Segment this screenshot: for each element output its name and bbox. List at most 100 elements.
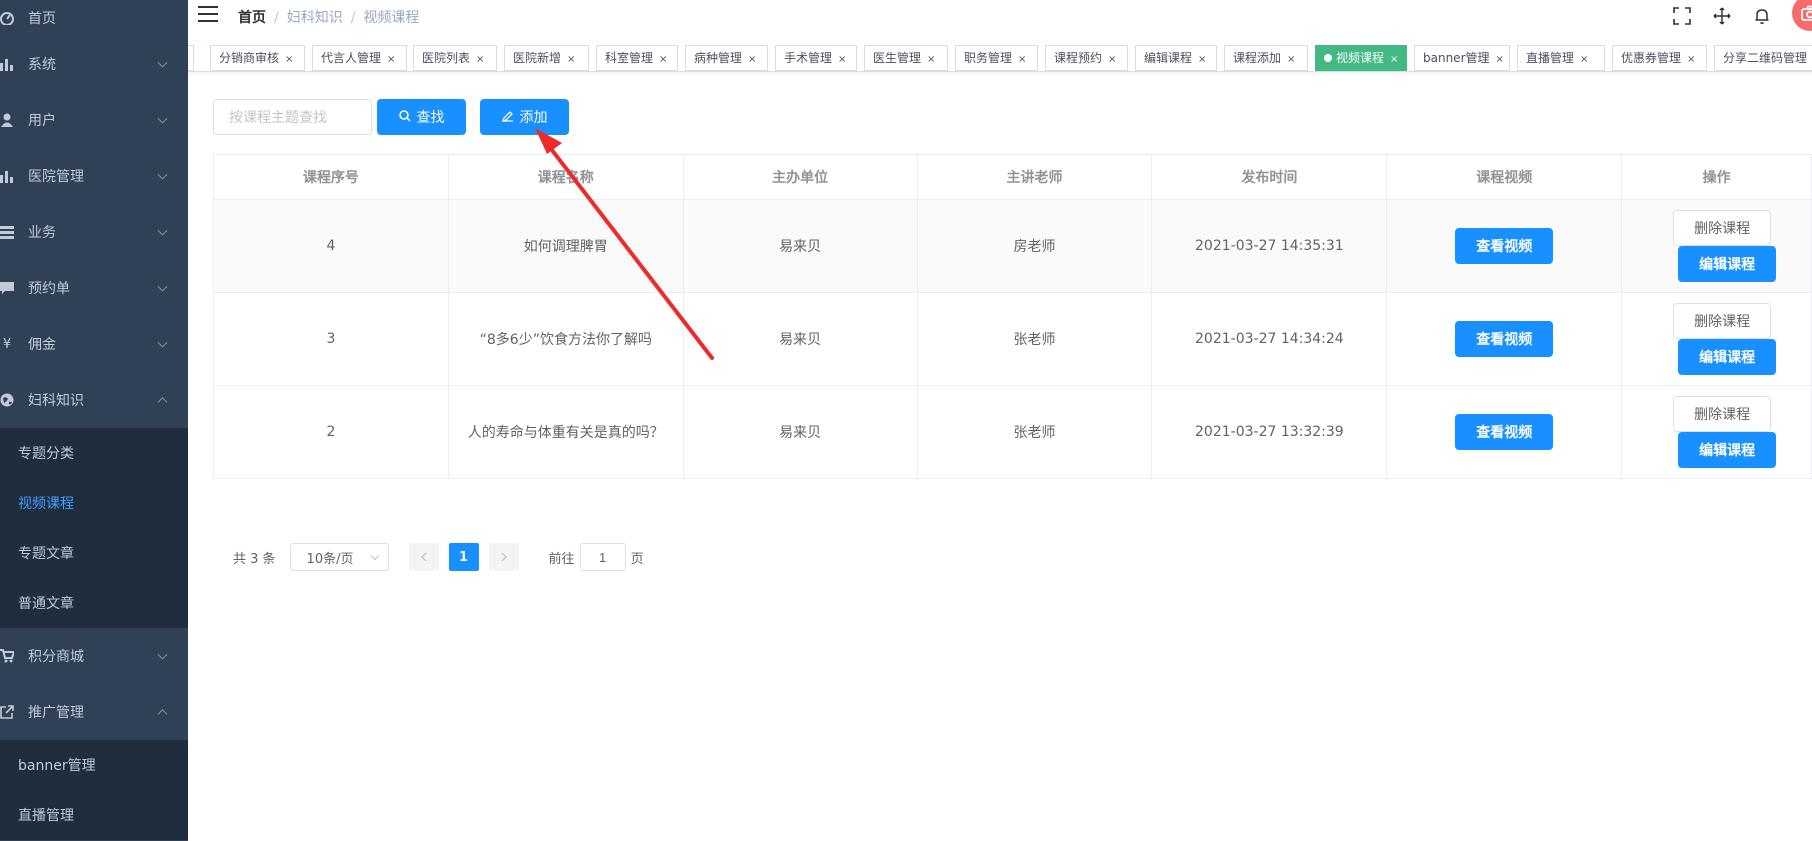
- page-number-current[interactable]: 1: [448, 543, 479, 571]
- yen-icon: ¥: [2, 337, 12, 351]
- close-icon[interactable]: ×: [1198, 48, 1206, 71]
- next-page-button[interactable]: [488, 543, 519, 571]
- tag-item[interactable]: 视频课程 ×: [1315, 45, 1407, 71]
- globe-icon: [0, 393, 14, 407]
- tag-item[interactable]: 病种管理 ×: [685, 45, 768, 71]
- col-header-name: 课程名称: [448, 155, 684, 200]
- breadcrumb-home[interactable]: 首页: [238, 10, 266, 26]
- tag-item[interactable]: 医院列表 ×: [413, 45, 497, 71]
- dashboard-icon: [0, 11, 14, 25]
- tag-item[interactable]: 课程添加 ×: [1224, 45, 1308, 71]
- tag-label: 课程预约: [1054, 51, 1103, 65]
- prev-page-button[interactable]: [408, 543, 439, 571]
- close-icon[interactable]: ×: [1287, 48, 1295, 71]
- fullscreen-icon[interactable]: [1672, 6, 1692, 26]
- close-icon[interactable]: ×: [927, 48, 935, 71]
- sidebar-subitem-normal-article[interactable]: 普通文章: [0, 578, 188, 628]
- sidebar-subitem-banner[interactable]: banner管理: [0, 740, 188, 790]
- sidebar-item-system[interactable]: 系统: [0, 36, 188, 92]
- sidebar-subitem-video-course[interactable]: 视频课程: [0, 478, 188, 528]
- tag-item[interactable]: 优惠券管理 ×: [1612, 45, 1707, 71]
- view-video-button[interactable]: 查看视频: [1455, 414, 1554, 450]
- ops-group: 删除课程 编辑课程: [1622, 293, 1811, 385]
- cell-ops: 删除课程 编辑课程: [1622, 386, 1812, 479]
- bell-icon[interactable]: [1752, 6, 1772, 26]
- tag-item[interactable]: 课程预约 ×: [1045, 45, 1128, 71]
- edit-course-button[interactable]: 编辑课程: [1678, 432, 1777, 468]
- close-icon[interactable]: ×: [748, 48, 756, 71]
- cell-name: 如何调理脾胃: [448, 200, 684, 293]
- table-header-row: 课程序号 课程名称 主办单位 主讲老师 发布时间 课程视频 操作: [214, 155, 1812, 200]
- tag-item[interactable]: 医生管理 ×: [864, 45, 948, 71]
- delete-course-button[interactable]: 删除课程: [1673, 210, 1772, 246]
- cell-teacher: 张老师: [917, 386, 1153, 479]
- close-icon[interactable]: ×: [1580, 48, 1588, 71]
- table-row: 2 人的寿命与体重有关是真的吗？ 易来贝 张老师 2021-03-27 13:3…: [214, 386, 1812, 479]
- tag-item[interactable]: 直播管理 ×: [1517, 45, 1605, 71]
- close-icon[interactable]: ×: [1687, 48, 1695, 71]
- sidebar-item-points-mall[interactable]: 积分商城: [0, 628, 188, 684]
- close-icon[interactable]: ×: [1108, 48, 1116, 71]
- promotion-submenu: banner管理 直播管理: [0, 740, 188, 840]
- sidebar-subitem-live[interactable]: 直播管理: [0, 790, 188, 840]
- sidebar-item-hospital[interactable]: 医院管理: [0, 148, 188, 204]
- close-icon[interactable]: ×: [387, 48, 395, 71]
- goto-page-input[interactable]: [579, 543, 626, 571]
- sidebar-item-user[interactable]: 用户: [0, 92, 188, 148]
- sidebar-subitem-topic-article[interactable]: 专题文章: [0, 528, 188, 578]
- delete-course-button[interactable]: 删除课程: [1673, 396, 1772, 432]
- tag-item[interactable]: 代言人管理 ×: [312, 45, 407, 71]
- close-icon[interactable]: ×: [567, 48, 575, 71]
- close-icon[interactable]: ×: [1496, 48, 1504, 71]
- tag-label: 科室管理: [605, 51, 654, 65]
- chevron-down-icon: [370, 551, 379, 561]
- avatar[interactable]: [1792, 0, 1812, 31]
- tags-view: 分销商审核 × 代言人管理 × 医院列表 × 医院新增 × 科室管理 × 病种管理 × 手术管理 × 医生管…: [188, 42, 1812, 72]
- close-icon[interactable]: ×: [1390, 48, 1398, 71]
- search-button[interactable]: 查找: [377, 99, 466, 135]
- tag-item[interactable]: 医院新增 ×: [504, 45, 589, 71]
- view-video-button[interactable]: 查看视频: [1455, 228, 1554, 264]
- pagination: 共 3 条 10条/页 1 前往 页: [233, 543, 644, 571]
- camera-icon: [1801, 5, 1812, 21]
- sidebar-item-gynecology[interactable]: 妇科知识: [0, 372, 188, 428]
- size-icon[interactable]: [1712, 6, 1732, 26]
- tag-item[interactable]: 分销商审核 ×: [210, 45, 305, 71]
- goto-suffix: 页: [630, 551, 644, 567]
- close-icon[interactable]: ×: [838, 48, 846, 71]
- tag-item[interactable]: 职务管理 ×: [955, 45, 1038, 71]
- sidebar-subitem-topic-category[interactable]: 专题分类: [0, 428, 188, 478]
- tag-item[interactable]: 编辑课程 ×: [1135, 45, 1217, 71]
- add-button[interactable]: 添加: [480, 99, 569, 135]
- search-input[interactable]: [213, 99, 372, 135]
- tag-label: banner管理: [1423, 51, 1490, 65]
- view-video-button[interactable]: 查看视频: [1455, 321, 1554, 357]
- edit-course-button[interactable]: 编辑课程: [1678, 339, 1777, 375]
- edit-course-button[interactable]: 编辑课程: [1678, 246, 1777, 282]
- pagination-total: 共 3 条: [233, 551, 276, 567]
- sidebar-item-commission[interactable]: ¥ 佣金: [0, 316, 188, 372]
- goto-prefix: 前往: [548, 551, 575, 567]
- delete-course-button[interactable]: 删除课程: [1673, 303, 1772, 339]
- cell-id: 4: [214, 200, 449, 293]
- tag-item[interactable]: 分享二维码管理×: [1714, 45, 1812, 71]
- sidebar-item-home[interactable]: 首页: [0, 0, 188, 36]
- message-icon: [0, 281, 14, 295]
- sidebar-item-business[interactable]: 业务: [0, 204, 188, 260]
- tag-partial[interactable]: [188, 45, 194, 71]
- close-icon[interactable]: ×: [659, 48, 667, 71]
- cell-name: “8多6少”饮食方法你了解吗: [448, 293, 684, 386]
- chart-icon: [0, 169, 14, 183]
- active-dot-icon: [1324, 54, 1332, 62]
- close-icon[interactable]: ×: [285, 48, 293, 71]
- close-icon[interactable]: ×: [476, 48, 484, 71]
- ops-group: 删除课程 编辑课程: [1622, 200, 1811, 292]
- close-icon[interactable]: ×: [1018, 48, 1026, 71]
- tag-item[interactable]: banner管理 ×: [1414, 45, 1510, 71]
- sidebar-item-appointment[interactable]: 预约单: [0, 260, 188, 316]
- tag-item[interactable]: 科室管理 ×: [596, 45, 678, 71]
- page-size-select[interactable]: 10条/页: [289, 543, 389, 571]
- tag-item[interactable]: 手术管理 ×: [775, 45, 857, 71]
- sidebar-item-promotion[interactable]: 推广管理: [0, 684, 188, 740]
- hamburger-icon[interactable]: [198, 6, 218, 22]
